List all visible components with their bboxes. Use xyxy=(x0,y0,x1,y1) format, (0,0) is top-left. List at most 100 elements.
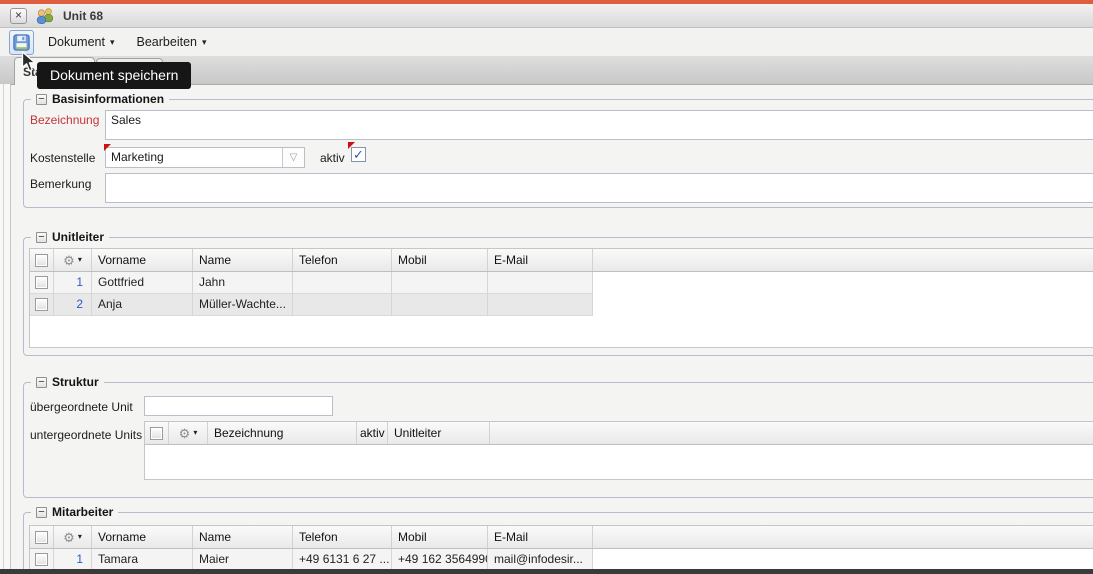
toolbar: Dokument ▾ Bearbeiten ▾ xyxy=(0,28,1093,56)
select-all-checkbox[interactable] xyxy=(150,426,163,440)
table-row[interactable]: 1 Gottfried Jahn xyxy=(30,272,1093,294)
row-checkbox[interactable] xyxy=(35,298,48,311)
gear-icon: ⚙ xyxy=(63,529,75,545)
column-header[interactable]: Mobil xyxy=(392,249,488,271)
column-header[interactable]: E-Mail xyxy=(488,526,593,548)
unitleiter-grid: ⚙ ▾ Vorname Name Telefon Mobil E-Mail 1 … xyxy=(29,248,1093,348)
modified-marker xyxy=(104,144,111,151)
cell-mobil: +49 162 3564990 xyxy=(392,549,488,571)
untergeordnete-units-label: untergeordnete Units xyxy=(30,428,143,442)
grid-header-row: ⚙ ▾ Bezeichnung aktiv Unitleiter xyxy=(145,422,1093,445)
close-button[interactable]: × xyxy=(10,7,27,24)
cell-email xyxy=(488,272,593,294)
combo-dropdown-button[interactable]: ▽ xyxy=(282,148,304,167)
bezeichnung-input[interactable]: Sales xyxy=(105,110,1093,140)
cell-name: Müller-Wachte... xyxy=(193,294,293,316)
legend-text: Unitleiter xyxy=(52,230,105,244)
select-all-checkbox[interactable] xyxy=(35,530,48,544)
table-row[interactable]: 2 Anja Müller-Wachte... xyxy=(30,294,1093,316)
cell-name: Jahn xyxy=(193,272,293,294)
column-header[interactable]: Vorname xyxy=(92,249,193,271)
cell-vorname: Gottfried xyxy=(92,272,193,294)
column-header[interactable]: Name xyxy=(193,526,293,548)
column-header[interactable]: E-Mail xyxy=(488,249,593,271)
column-header[interactable]: Unitleiter xyxy=(388,422,490,444)
gear-icon: ⚙ xyxy=(63,252,75,268)
kostenstelle-label: Kostenstelle xyxy=(30,151,96,165)
save-floppy-icon xyxy=(13,33,30,51)
select-all-cell xyxy=(30,526,54,548)
row-number: 2 xyxy=(54,294,92,316)
aktiv-checkbox[interactable]: ✓ xyxy=(351,147,366,162)
fieldset-struktur: − Struktur übergeordnete Unit untergeord… xyxy=(23,374,1093,498)
grid-actions-cell[interactable]: ⚙ ▾ xyxy=(169,422,208,444)
menu-dokument-label: Dokument xyxy=(48,35,105,49)
column-header[interactable]: Mobil xyxy=(392,526,488,548)
grid-actions-cell[interactable]: ⚙ ▾ xyxy=(54,249,92,271)
row-checkbox[interactable] xyxy=(35,553,48,566)
bemerkung-label: Bemerkung xyxy=(30,177,92,191)
collapse-icon[interactable]: − xyxy=(36,231,47,243)
fieldset-legend: − Mitarbeiter xyxy=(31,504,119,520)
bemerkung-input[interactable] xyxy=(105,173,1093,203)
modified-marker xyxy=(348,142,355,149)
left-gutter-divider xyxy=(3,84,4,574)
cell-vorname: Anja xyxy=(92,294,193,316)
grid-header-row: ⚙ ▾ Vorname Name Telefon Mobil E-Mail xyxy=(30,249,1093,272)
table-row[interactable]: 1 Tamara Maier +49 6131 6 27 ... +49 162… xyxy=(30,549,1093,571)
column-header[interactable]: aktiv xyxy=(357,422,388,444)
column-filler xyxy=(593,526,1093,548)
column-header[interactable]: Vorname xyxy=(92,526,193,548)
left-gutter xyxy=(0,84,10,574)
cell-name: Maier xyxy=(193,549,293,571)
fieldset-mitarbeiter: − Mitarbeiter ⚙ ▾ Vorname Name Telefon M… xyxy=(23,504,1093,574)
row-number: 1 xyxy=(54,549,92,571)
fieldset-legend: − Unitleiter xyxy=(31,229,110,245)
grid-header-row: ⚙ ▾ Vorname Name Telefon Mobil E-Mail xyxy=(30,526,1093,549)
mitarbeiter-grid: ⚙ ▾ Vorname Name Telefon Mobil E-Mail 1 … xyxy=(29,525,1093,574)
collapse-icon[interactable]: − xyxy=(36,506,47,518)
grid-actions-cell[interactable]: ⚙ ▾ xyxy=(54,526,92,548)
cell-email: mail@infodesir... xyxy=(488,549,593,571)
fieldset-unitleiter: − Unitleiter ⚙ ▾ Vorname Name Telefon Mo… xyxy=(23,229,1093,356)
menu-dokument[interactable]: Dokument ▾ xyxy=(48,35,115,49)
document-titlebar: × Unit 68 xyxy=(0,4,1093,28)
gear-icon: ⚙ xyxy=(178,425,191,441)
cell-vorname: Tamara xyxy=(92,549,193,571)
uebergeordnete-unit-label: übergeordnete Unit xyxy=(30,400,133,414)
row-select-cell xyxy=(30,294,54,316)
caret-down-icon: ▾ xyxy=(77,532,82,541)
caret-down-icon: ▾ xyxy=(109,36,115,47)
cell-telefon xyxy=(293,272,392,294)
cell-mobil xyxy=(392,272,488,294)
row-checkbox[interactable] xyxy=(35,276,48,289)
cell-telefon xyxy=(293,294,392,316)
kostenstelle-combobox[interactable]: Marketing ▽ xyxy=(105,147,305,168)
row-select-cell xyxy=(30,272,54,294)
kostenstelle-value: Marketing xyxy=(111,150,164,164)
caret-down-icon: ▾ xyxy=(201,36,207,47)
column-filler xyxy=(593,249,1093,271)
bezeichnung-label: Bezeichnung xyxy=(30,113,100,127)
collapse-icon[interactable]: − xyxy=(36,376,47,388)
menu-bearbeiten[interactable]: Bearbeiten ▾ xyxy=(137,35,207,49)
column-header[interactable]: Bezeichnung xyxy=(208,422,357,444)
menu-bearbeiten-label: Bearbeiten xyxy=(136,35,197,49)
cell-email xyxy=(488,294,593,316)
select-all-checkbox[interactable] xyxy=(35,253,48,267)
unit-group-icon xyxy=(35,7,55,24)
cell-telefon: +49 6131 6 27 ... xyxy=(293,549,392,571)
column-header[interactable]: Telefon xyxy=(293,249,392,271)
untergeordnete-units-grid: ⚙ ▾ Bezeichnung aktiv Unitleiter xyxy=(144,421,1093,480)
aktiv-label: aktiv xyxy=(320,151,345,165)
column-header[interactable]: Telefon xyxy=(293,526,392,548)
column-header[interactable]: Name xyxy=(193,249,293,271)
fieldset-basisinformationen: − Basisinformationen Bezeichnung Sales K… xyxy=(23,91,1093,208)
row-select-cell xyxy=(30,549,54,571)
bottom-edge-bar xyxy=(0,569,1093,574)
collapse-icon[interactable]: − xyxy=(36,93,47,105)
uebergeordnete-unit-input[interactable] xyxy=(144,396,333,416)
save-tooltip: Dokument speichern xyxy=(37,62,192,89)
caret-down-icon: ▾ xyxy=(193,428,198,437)
fieldset-legend: − Basisinformationen xyxy=(31,91,170,107)
